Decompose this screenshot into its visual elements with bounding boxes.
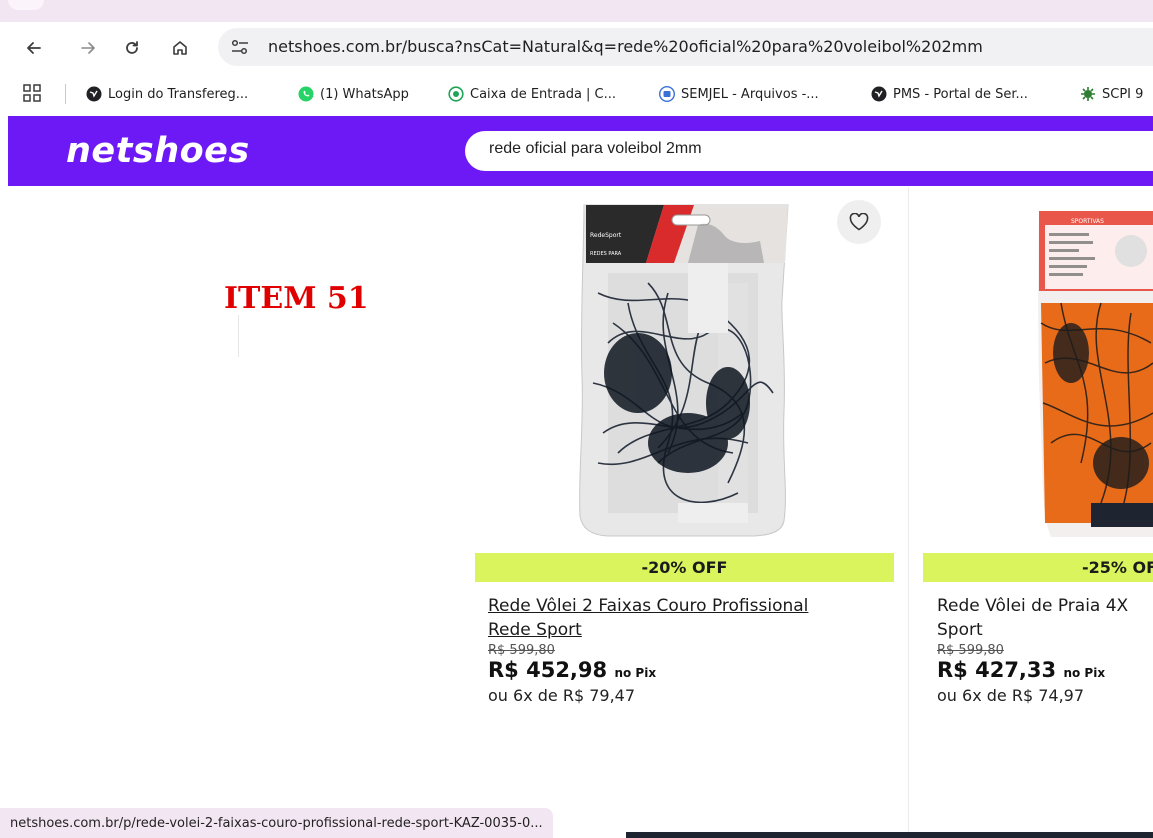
bookmark-label: SCPI 9 bbox=[1102, 86, 1144, 102]
search-input[interactable] bbox=[489, 140, 1129, 158]
inbox-icon bbox=[448, 86, 464, 102]
apps-grid-icon[interactable] bbox=[22, 83, 42, 103]
item-annotation: ITEM 51 bbox=[224, 281, 369, 316]
bookmarks-bar: Login do Transfereg... (1) WhatsApp Caix… bbox=[0, 74, 1153, 114]
reload-icon[interactable] bbox=[118, 34, 146, 62]
whatsapp-icon bbox=[298, 86, 314, 102]
favorite-heart-icon[interactable] bbox=[837, 200, 881, 244]
bookmark-whatsapp[interactable]: (1) WhatsApp bbox=[298, 83, 409, 105]
page: netshoes.com.br/busca?nsCat=Natural&q=re… bbox=[0, 0, 1153, 838]
product-image[interactable]: RedeSport REDES PARA bbox=[568, 203, 798, 537]
forward-icon[interactable] bbox=[74, 34, 102, 62]
svg-text:REDES PARA: REDES PARA bbox=[590, 251, 622, 257]
bookmark-caixa-de-entrada[interactable]: Caixa de Entrada | C... bbox=[448, 83, 616, 105]
column-divider bbox=[908, 187, 909, 838]
taskbar-edge bbox=[626, 832, 1153, 838]
status-bar: netshoes.com.br/p/rede-volei-2-faixas-co… bbox=[0, 808, 553, 838]
installments: ou 6x de R$ 74,97 bbox=[937, 686, 1085, 705]
product-image[interactable]: SPORTIVAS bbox=[1031, 203, 1153, 537]
gear-icon bbox=[1080, 86, 1096, 102]
current-price: R$ 427,33 no Pix bbox=[937, 658, 1105, 682]
bookmark-label: Caixa de Entrada | C... bbox=[470, 86, 617, 102]
bookmark-label: PMS - Portal de Ser... bbox=[893, 86, 1028, 102]
svg-text:SPORTIVAS: SPORTIVAS bbox=[1071, 218, 1104, 225]
bookmark-pms-portal[interactable]: PMS - Portal de Ser... bbox=[871, 83, 1028, 105]
divider bbox=[238, 315, 239, 357]
svg-text:RedeSport: RedeSport bbox=[590, 232, 622, 239]
discount-badge: -20% OFF bbox=[475, 553, 894, 582]
address-bar[interactable]: netshoes.com.br/busca?nsCat=Natural&q=re… bbox=[218, 28, 1153, 66]
price-value: R$ 452,98 bbox=[488, 658, 608, 682]
product-title-line2[interactable]: Sport bbox=[937, 618, 1153, 642]
bookmarks-separator bbox=[65, 84, 66, 104]
old-price: R$ 599,80 bbox=[488, 643, 555, 658]
product-title-line2[interactable]: Rede Sport bbox=[488, 618, 888, 642]
price-value: R$ 427,33 bbox=[937, 658, 1057, 682]
installments: ou 6x de R$ 79,47 bbox=[488, 686, 636, 705]
discount-badge: -25% OFF bbox=[923, 553, 1153, 582]
bookmark-label: SEMJEL - Arquivos -... bbox=[681, 86, 819, 102]
search-box[interactable] bbox=[465, 131, 1153, 171]
browser-tab[interactable] bbox=[8, 0, 44, 10]
file-icon bbox=[658, 85, 676, 103]
old-price: R$ 599,80 bbox=[937, 643, 1004, 658]
product-title-line1[interactable]: Rede Vôlei de Praia 4X bbox=[937, 594, 1153, 618]
back-icon[interactable] bbox=[20, 34, 48, 62]
price-suffix: no Pix bbox=[614, 666, 657, 680]
product-title-line1[interactable]: Rede Vôlei 2 Faixas Couro Profissional bbox=[488, 594, 888, 618]
home-icon[interactable] bbox=[166, 34, 194, 62]
address-url[interactable]: netshoes.com.br/busca?nsCat=Natural&q=re… bbox=[268, 37, 983, 56]
bookmark-label: Login do Transfereg... bbox=[108, 86, 249, 102]
browser-toolbar: netshoes.com.br/busca?nsCat=Natural&q=re… bbox=[0, 22, 1153, 74]
globe-icon bbox=[871, 86, 887, 102]
tab-strip bbox=[0, 0, 1153, 22]
bookmark-scpi[interactable]: SCPI 9 bbox=[1080, 83, 1143, 105]
site-header: netshoes bbox=[8, 116, 1153, 186]
bookmark-transfereg[interactable]: Login do Transfereg... bbox=[86, 83, 248, 105]
netshoes-logo[interactable]: netshoes bbox=[66, 131, 250, 171]
site-info-icon[interactable] bbox=[230, 38, 250, 56]
bookmark-label: (1) WhatsApp bbox=[320, 86, 409, 102]
globe-icon bbox=[86, 86, 102, 102]
bookmark-semjel[interactable]: SEMJEL - Arquivos -... bbox=[658, 83, 819, 105]
price-suffix: no Pix bbox=[1063, 666, 1106, 680]
current-price: R$ 452,98 no Pix bbox=[488, 658, 656, 682]
